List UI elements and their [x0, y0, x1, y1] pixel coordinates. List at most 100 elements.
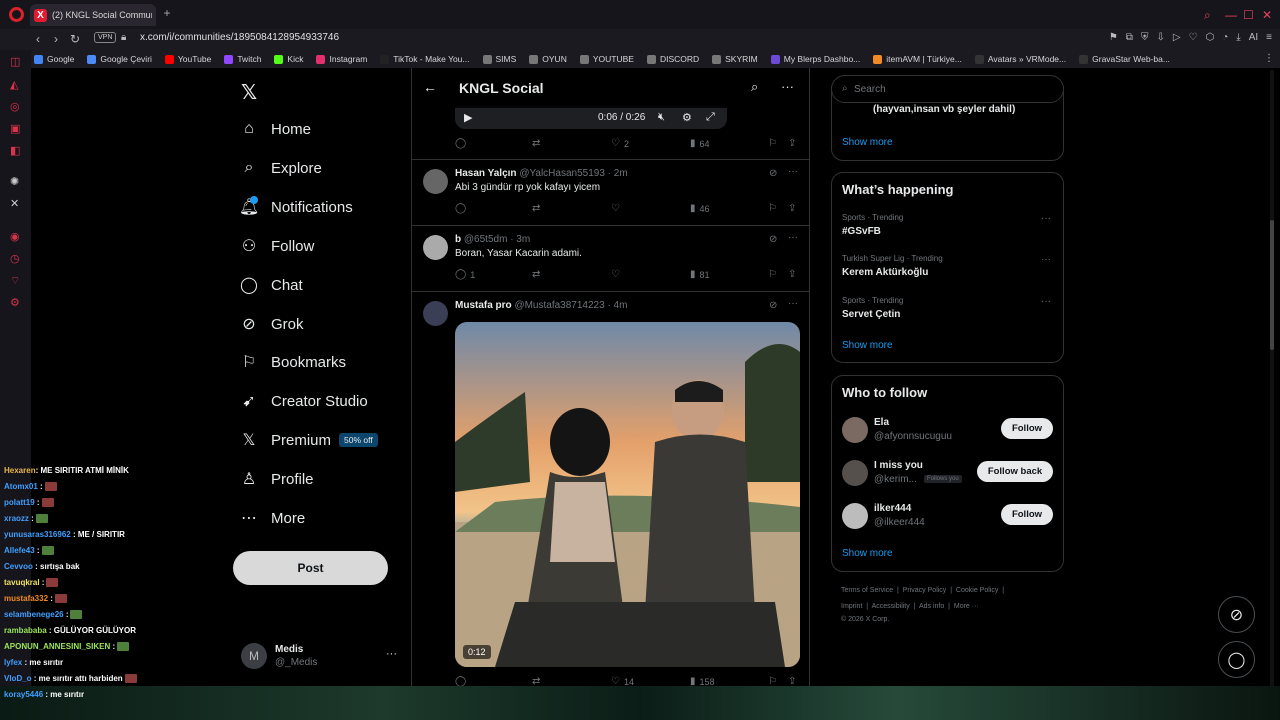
avatar[interactable]	[842, 460, 868, 486]
more-dots-icon[interactable]: ···	[1041, 254, 1051, 265]
bookmark-item[interactable]: TikTok - Make You...	[380, 54, 470, 64]
bookmark-item[interactable]: Google Çeviri	[87, 54, 152, 64]
tweet-author[interactable]: b	[455, 234, 461, 245]
maximize-icon[interactable]: ☐	[1243, 8, 1254, 22]
more-dots-icon[interactable]: ···	[1041, 296, 1051, 307]
more-dots-icon[interactable]: ···	[1041, 213, 1051, 224]
bookmark-item[interactable]: YouTube	[164, 54, 211, 64]
grok-icon[interactable]: ⊘	[769, 168, 777, 179]
bookmark-item[interactable]: Kick	[274, 54, 303, 64]
trend-item[interactable]: Kerem Aktürkoğlu	[842, 267, 928, 278]
bookmarks-more-icon[interactable]: ⋮	[1264, 53, 1274, 64]
nav-item-premium[interactable]: 𝕏 Premium 50% off	[240, 427, 378, 453]
nav-item-grok[interactable]: ⊘ Grok	[240, 311, 303, 337]
trend-item[interactable]: #GSvFB	[842, 226, 881, 237]
footer-link[interactable]: Accessibility	[872, 603, 910, 610]
reply-button[interactable]: ◯	[455, 138, 470, 149]
lock-icon[interactable]: 🔒︎	[121, 32, 126, 43]
share-button[interactable]: ⇪	[788, 138, 800, 149]
more-dots-icon[interactable]: ···	[788, 298, 798, 309]
ai-icon[interactable]: AI	[1249, 32, 1258, 43]
follow-button[interactable]: Follow	[1001, 418, 1053, 439]
user-handle[interactable]: @afyonnsucuguu	[874, 431, 952, 442]
more-dots-icon[interactable]: ···	[781, 79, 794, 94]
chat-fab-icon[interactable]: ◯	[1218, 641, 1255, 678]
avatar[interactable]	[842, 417, 868, 443]
trend-item[interactable]: Servet Çetin	[842, 309, 900, 320]
user-handle[interactable]: @kerim...	[874, 474, 917, 485]
more-dots-icon[interactable]: ···	[386, 648, 397, 660]
scrollbar-thumb[interactable]	[1270, 220, 1274, 350]
sidebar-history-icon[interactable]: ◷	[10, 252, 20, 265]
nav-item-profile[interactable]: ♙ Profile	[240, 466, 314, 492]
tweet-handle[interactable]: @65t5dm	[464, 234, 508, 245]
sidebar-ai-icon[interactable]: ◫	[10, 55, 20, 68]
close-icon[interactable]: ✕	[1262, 8, 1272, 22]
account-switcher[interactable]: M Medis @_Medis ···	[241, 643, 401, 671]
user-handle[interactable]: @ilkeer444	[874, 517, 925, 528]
sidebar-instagram-icon[interactable]: ▣	[10, 122, 20, 135]
like-button[interactable]: ♡ 2	[611, 138, 629, 149]
user-name[interactable]: I miss you	[874, 460, 923, 471]
bookmark-button[interactable]: ⚐	[768, 203, 781, 214]
menu-icon[interactable]: ≡	[1266, 32, 1272, 43]
bookmark-item[interactable]: Avatars » VRMode...	[974, 54, 1066, 64]
play-icon[interactable]: ▶	[464, 111, 472, 124]
avatar[interactable]	[423, 235, 448, 260]
back-arrow-icon[interactable]: ←	[423, 79, 437, 95]
x-logo-icon[interactable]: 𝕏	[241, 80, 257, 105]
back-icon[interactable]: ‹	[36, 32, 40, 46]
snapshot-icon[interactable]: ⧉	[1126, 32, 1133, 43]
search-input[interactable]	[854, 81, 1054, 97]
user-name[interactable]: Ela	[874, 417, 889, 428]
bookmark-item[interactable]: OYUN	[529, 54, 567, 64]
tweet-video[interactable]: 0:12	[455, 322, 800, 667]
bookmark-item[interactable]: My Blerps Dashbo...	[770, 54, 860, 64]
sidebar-settings-icon[interactable]: ⚙	[10, 296, 20, 309]
nav-item-more[interactable]: ⋯ More	[240, 505, 305, 531]
bookmark-item[interactable]: Twitch	[224, 54, 261, 64]
browser-tab[interactable]: X (2) KNGL Social Communi	[30, 4, 156, 26]
user-name[interactable]: ilker444	[874, 503, 911, 514]
reply-button[interactable]: ◯ 1	[455, 269, 475, 280]
bookmark-item[interactable]: GravaStar Web-ba...	[1079, 54, 1170, 64]
footer-link[interactable]: Privacy Policy	[903, 587, 947, 594]
footer-link[interactable]: Cookie Policy	[956, 587, 998, 594]
like-button[interactable]: ♡	[611, 203, 624, 214]
download-icon[interactable]: ⇩	[1156, 32, 1164, 43]
bookmark-item[interactable]: itemAVM | Türkiye...	[873, 54, 962, 64]
tweet-handle[interactable]: @Mustafa38714223	[514, 300, 604, 311]
tweet-author[interactable]: Mustafa pro	[455, 300, 512, 311]
bookmark-item[interactable]: SIMS	[482, 54, 516, 64]
sidebar-x-icon[interactable]: ✕	[10, 197, 19, 210]
retweet-button[interactable]: ⇄	[532, 269, 544, 280]
fullscreen-icon[interactable]: ⤢	[706, 111, 715, 124]
like-button[interactable]: ♡	[611, 269, 624, 280]
reply-button[interactable]: ◯	[455, 203, 470, 214]
nav-item-explore[interactable]: ⌕ Explore	[240, 155, 322, 181]
nav-item-home[interactable]: ⌂ Home	[240, 116, 311, 142]
sidebar-chatgpt-icon[interactable]: ✺	[10, 175, 19, 188]
follow-back-button[interactable]: Follow back	[977, 461, 1053, 482]
shield-icon[interactable]: ⛨	[1141, 32, 1149, 43]
views-button[interactable]: ▮ 46	[690, 203, 710, 214]
grok-icon[interactable]: ⊘	[769, 234, 777, 245]
nav-item-chat[interactable]: ◯ Chat	[240, 272, 303, 298]
share-button[interactable]: ⇪	[788, 269, 800, 280]
settings-icon[interactable]: ⚙	[682, 111, 692, 124]
sidebar-music-icon[interactable]: ◧	[10, 144, 20, 157]
show-more-link[interactable]: Show more	[842, 548, 893, 559]
bookmark-item[interactable]: SKYRIM	[712, 54, 758, 64]
player-icon[interactable]: ▷	[1173, 32, 1181, 43]
forward-icon[interactable]: ›	[54, 32, 58, 46]
bookmark-page-icon[interactable]: ⚑	[1109, 32, 1118, 43]
minimize-icon[interactable]: —	[1225, 8, 1237, 22]
footer-link[interactable]: Imprint	[841, 603, 862, 610]
retweet-button[interactable]: ⇄	[532, 203, 544, 214]
url-field[interactable]: x.com/i/communities/1895084128954933746	[140, 32, 339, 43]
tweet-author[interactable]: Hasan Yalçın	[455, 168, 517, 179]
avatar[interactable]	[423, 169, 448, 194]
vpn-badge[interactable]: VPN	[94, 32, 117, 43]
footer-link[interactable]: Ads info	[919, 603, 944, 610]
footer-link[interactable]: Terms of Service	[841, 587, 893, 594]
